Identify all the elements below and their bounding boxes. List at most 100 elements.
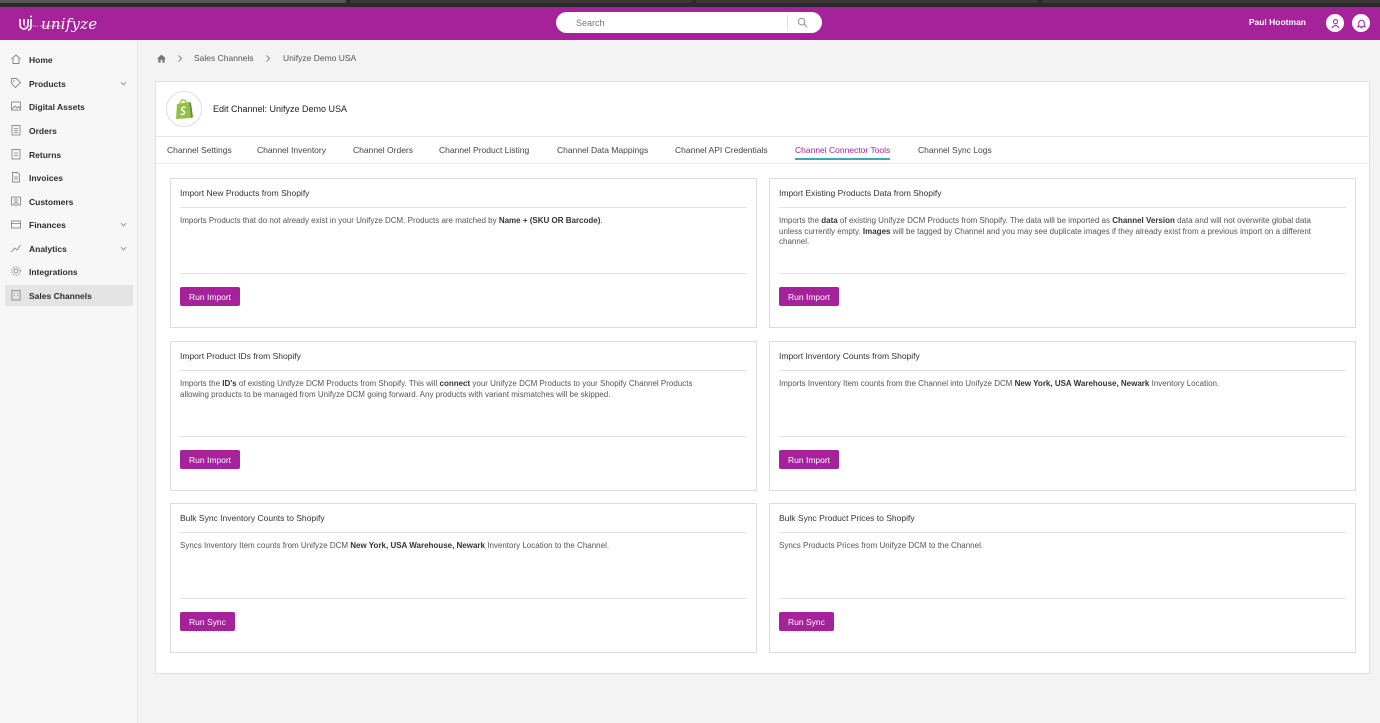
channel-edit-panel: Edit Channel: Unifyze Demo USA Channel S… <box>155 81 1370 674</box>
import-existing-products-card: Import Existing Products Data from Shopi… <box>769 178 1356 328</box>
shopify-bag-icon <box>176 99 193 119</box>
import-product-ids-card: Import Product IDs from Shopify Imports … <box>170 341 757 491</box>
top-navigation-bar: unifyze DIGITAL COMMERCE Paul Hootman <box>0 7 1380 40</box>
sidebar-item-orders[interactable]: Orders <box>5 120 133 141</box>
home-icon[interactable] <box>156 53 167 64</box>
chevron-down-icon[interactable] <box>120 245 127 252</box>
import-new-products-card: Import New Products from Shopify Imports… <box>170 178 757 328</box>
run-import-button[interactable]: Run Import <box>180 450 241 469</box>
card-description: Imports the data of existing Unifyze DCM… <box>779 216 1311 246</box>
search-divider <box>787 15 788 30</box>
card-description: Imports the ID's of existing Unifyze DCM… <box>180 379 693 399</box>
tab-channel-connector-tools[interactable]: Channel Connector Tools <box>795 145 891 160</box>
tab-channel-api-credentials[interactable]: Channel API Credentials <box>675 145 768 158</box>
tab-channel-data-mappings[interactable]: Channel Data Mappings <box>557 145 648 158</box>
chevron-right-icon <box>178 55 183 62</box>
card-title: Import New Products from Shopify <box>180 188 310 198</box>
divider <box>180 273 747 274</box>
search-bar <box>556 12 822 33</box>
sidebar-item-label: Orders <box>29 125 57 136</box>
card-description: Imports Products that do not already exi… <box>180 216 603 225</box>
run-import-button[interactable]: Run Import <box>779 287 840 306</box>
user-icon <box>1330 18 1340 28</box>
divider <box>779 370 1346 371</box>
divider <box>779 598 1346 599</box>
user-profile-button[interactable] <box>1326 14 1344 32</box>
divider <box>779 532 1346 533</box>
divider <box>180 598 747 599</box>
search-icon[interactable] <box>797 17 808 28</box>
search-input[interactable] <box>576 12 776 33</box>
divider <box>180 370 747 371</box>
card-description: Imports Inventory Item counts from the C… <box>779 379 1220 388</box>
run-import-button[interactable]: Run Import <box>779 450 840 469</box>
divider <box>779 273 1346 274</box>
sidebar-item-home[interactable]: Home <box>5 49 133 70</box>
sidebar-item-analytics[interactable]: Analytics <box>5 238 133 259</box>
divider <box>180 532 747 533</box>
run-sync-button[interactable]: Run Sync <box>779 612 834 631</box>
sidebar-item-label: Home <box>29 54 53 65</box>
tab-channel-product-listing[interactable]: Channel Product Listing <box>439 145 529 158</box>
sidebar-item-label: Returns <box>29 149 62 160</box>
sidebar-item-sales-channels[interactable]: Sales Channels <box>5 285 133 306</box>
building-icon <box>11 290 21 301</box>
card-title: Import Product IDs from Shopify <box>180 351 301 361</box>
bulk-sync-prices-card: Bulk Sync Product Prices to Shopify Sync… <box>769 503 1356 653</box>
wallet-icon <box>11 220 21 229</box>
divider <box>779 207 1346 208</box>
user-icon <box>11 196 21 206</box>
browser-tab[interactable] <box>1042 0 1380 3</box>
sidebar-item-integrations[interactable]: Integrations <box>5 261 133 282</box>
bulk-sync-inventory-card: Bulk Sync Inventory Counts to Shopify Sy… <box>170 503 757 653</box>
sidebar-item-label: Digital Assets <box>29 101 85 112</box>
breadcrumb-item[interactable]: Sales Channels <box>194 53 254 63</box>
tab-channel-sync-logs[interactable]: Channel Sync Logs <box>918 145 992 158</box>
sidebar-item-invoices[interactable]: Invoices <box>5 167 133 188</box>
home-icon <box>11 54 21 64</box>
chevron-right-icon <box>266 55 271 62</box>
sidebar-item-customers[interactable]: Customers <box>5 191 133 212</box>
browser-tab-strip <box>0 0 1380 7</box>
sidebar-item-label: Invoices <box>29 172 64 183</box>
cog-icon <box>11 266 21 276</box>
tab-channel-inventory[interactable]: Channel Inventory <box>257 145 326 158</box>
tab-channel-orders[interactable]: Channel Orders <box>353 145 413 158</box>
card-title: Import Existing Products Data from Shopi… <box>779 188 942 198</box>
sidebar-item-finances[interactable]: Finances <box>5 214 133 235</box>
browser-tab[interactable] <box>350 0 692 3</box>
tag-icon <box>11 78 22 89</box>
sidebar-item-digital-assets[interactable]: Digital Assets <box>5 96 133 117</box>
sidebar: Home Products Digital Assets Orders Retu… <box>0 40 138 723</box>
sidebar-item-label: Integrations <box>29 266 78 277</box>
channel-logo <box>166 91 202 127</box>
browser-tab[interactable] <box>696 0 1038 3</box>
run-sync-button[interactable]: Run Sync <box>180 612 235 631</box>
bell-icon <box>1356 19 1366 28</box>
clipboard-icon <box>11 125 21 136</box>
page-title: Edit Channel: Unifyze Demo USA <box>213 104 348 114</box>
card-title: Bulk Sync Inventory Counts to Shopify <box>180 513 325 523</box>
chart-icon <box>11 244 21 253</box>
return-icon <box>11 149 21 160</box>
user-name[interactable]: Paul Hootman <box>1249 17 1306 27</box>
sidebar-item-label: Analytics <box>29 243 67 254</box>
channel-tabs: Channel Settings Channel Inventory Chann… <box>156 136 1369 164</box>
card-description: Syncs Products Prices from Unifyze DCM t… <box>779 541 984 550</box>
sidebar-item-returns[interactable]: Returns <box>5 144 133 165</box>
card-description: Syncs Inventory Item counts from Unifyze… <box>180 541 610 550</box>
sidebar-item-label: Products <box>29 78 66 89</box>
chevron-down-icon[interactable] <box>120 80 127 87</box>
run-import-button[interactable]: Run Import <box>180 287 241 306</box>
import-inventory-counts-card: Import Inventory Counts from Shopify Imp… <box>769 341 1356 491</box>
notifications-button[interactable] <box>1352 14 1370 32</box>
tab-channel-settings[interactable]: Channel Settings <box>167 145 232 158</box>
card-title: Bulk Sync Product Prices to Shopify <box>779 513 915 523</box>
chevron-down-icon[interactable] <box>120 221 127 228</box>
card-title: Import Inventory Counts from Shopify <box>779 351 920 361</box>
browser-tab[interactable] <box>0 0 346 3</box>
brand-tagline: DIGITAL COMMERCE <box>24 24 63 28</box>
sidebar-item-products[interactable]: Products <box>5 73 133 94</box>
sidebar-item-label: Finances <box>29 219 66 230</box>
image-icon <box>11 101 21 111</box>
